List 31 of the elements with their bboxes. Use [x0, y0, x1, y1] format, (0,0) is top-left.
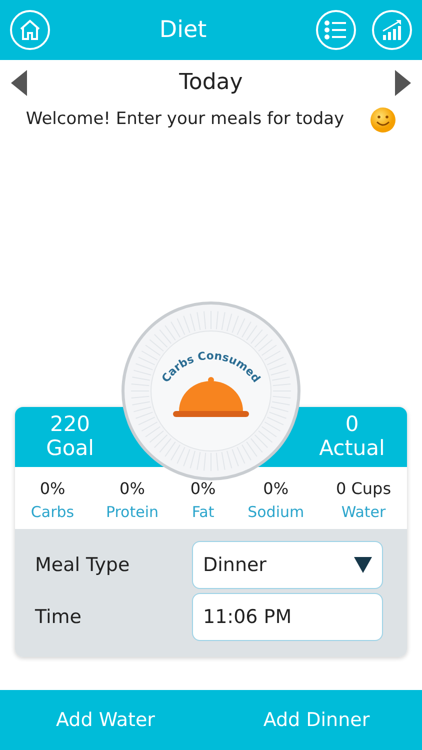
stat-value: 0%: [40, 478, 66, 500]
home-button[interactable]: [10, 10, 50, 50]
meal-type-dropdown[interactable]: Dinner: [192, 541, 383, 589]
menu-button[interactable]: [316, 10, 356, 50]
smiley-icon: [370, 107, 396, 133]
stat-label: Fat: [192, 502, 214, 522]
field-label: Time: [35, 604, 82, 630]
dropdown-arrow-icon: [354, 557, 372, 573]
stat-value: 0%: [263, 478, 289, 500]
home-icon: [18, 18, 42, 42]
stat-label: Water: [341, 502, 386, 522]
summary-label: Goal: [46, 436, 94, 460]
next-day-icon[interactable]: [394, 68, 412, 96]
menu-icon: [324, 20, 348, 40]
time-field[interactable]: 11:06 PM: [192, 593, 383, 641]
stat-value: 0%: [120, 478, 145, 500]
stat-label: Sodium: [248, 502, 304, 522]
summary-value: 0: [345, 413, 359, 436]
stat-label: Protein: [106, 502, 159, 522]
summary-value: 220: [50, 413, 90, 436]
chart-button[interactable]: [372, 10, 412, 50]
summary-label: Actual: [319, 436, 385, 460]
stat-value: 0%: [190, 478, 216, 500]
stat-value: 0 Cups: [336, 478, 392, 500]
stat-label: Carbs: [30, 502, 74, 522]
date-label: Today: [179, 69, 243, 97]
screen-title: Diet: [158, 16, 208, 45]
previous-day-icon[interactable]: [10, 68, 28, 96]
field-label: Meal Type: [35, 552, 130, 578]
welcome-message: Welcome! Enter your meals for today: [26, 108, 344, 132]
chart-icon: [380, 19, 404, 41]
